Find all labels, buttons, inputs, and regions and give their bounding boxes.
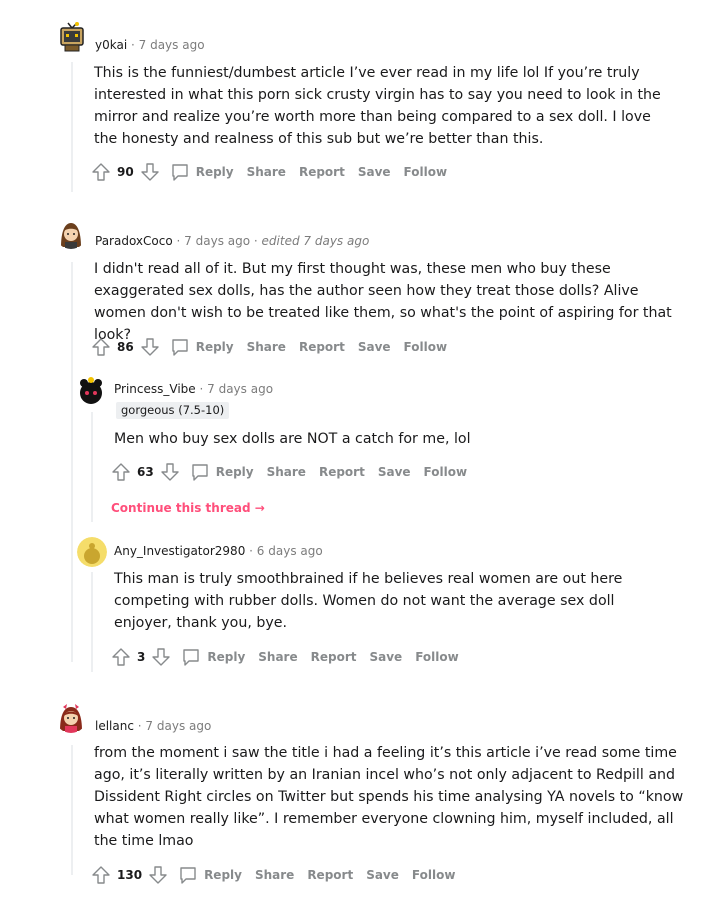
reply-label: Reply <box>207 650 246 664</box>
upvote-icon[interactable] <box>91 162 111 182</box>
comment-bubble-icon <box>172 164 188 181</box>
avatar[interactable] <box>56 22 88 54</box>
follow-button[interactable]: Follow <box>404 340 448 354</box>
upvote-icon[interactable] <box>91 337 111 357</box>
thread-line[interactable] <box>91 572 93 672</box>
vote-score: 130 <box>117 868 143 882</box>
edited-label: edited 7 days ago <box>261 234 370 248</box>
thread-line[interactable] <box>71 62 73 192</box>
report-button[interactable]: Report <box>311 650 357 664</box>
username[interactable]: y0kai <box>95 38 127 52</box>
save-button[interactable]: Save <box>358 165 391 179</box>
comment-body: This is the funniest/dumbest article I’v… <box>94 65 661 147</box>
reply-button[interactable]: Reply <box>178 865 242 885</box>
share-button[interactable]: Share <box>255 868 294 882</box>
comment-bubble-icon <box>172 339 188 356</box>
share-button[interactable]: Share <box>267 465 306 479</box>
comment-actions: 86 Reply Share Report Save Follow <box>91 335 460 359</box>
comment-meta: Princess_Vibe · 7 days ago <box>114 381 273 397</box>
comment-actions: 130 Reply Share Report Save Follow <box>91 863 468 887</box>
reply-button[interactable]: Reply <box>181 647 245 667</box>
downvote-icon[interactable] <box>160 462 180 482</box>
separator-dot: · <box>131 38 139 52</box>
downvote-icon[interactable] <box>140 337 160 357</box>
report-button[interactable]: Report <box>299 165 345 179</box>
separator-dot: · <box>199 382 208 396</box>
thread-line[interactable] <box>71 262 73 662</box>
comment-body: Men who buy sex dolls are NOT a catch fo… <box>114 431 471 447</box>
follow-button[interactable]: Follow <box>404 165 448 179</box>
upvote-icon[interactable] <box>91 865 111 885</box>
username[interactable]: lellanc <box>95 719 134 733</box>
timestamp[interactable]: 7 days ago <box>184 234 250 248</box>
save-button[interactable]: Save <box>366 868 399 882</box>
follow-button[interactable]: Follow <box>424 465 468 479</box>
follow-button[interactable]: Follow <box>415 650 459 664</box>
comment-body: from the moment i saw the title i had a … <box>94 745 684 849</box>
separator-dot: · <box>249 544 257 558</box>
save-button[interactable]: Save <box>378 465 411 479</box>
comment-actions: 90 Reply Share Report Save Follow <box>91 160 460 184</box>
reply-label: Reply <box>215 465 254 479</box>
reply-label: Reply <box>204 868 242 882</box>
thread-line[interactable] <box>71 745 73 875</box>
timestamp[interactable]: 7 days ago <box>145 719 211 733</box>
timestamp[interactable]: 7 days ago <box>207 382 273 396</box>
report-button[interactable]: Report <box>299 340 345 354</box>
reply-label: Reply <box>195 165 234 179</box>
comment-meta: y0kai · 7 days ago <box>95 37 205 53</box>
downvote-icon[interactable] <box>140 162 160 182</box>
downvote-icon[interactable] <box>148 865 168 885</box>
username[interactable]: Princess_Vibe <box>114 382 196 396</box>
comment-meta: Any_Investigator2980 · 6 days ago <box>114 543 323 559</box>
comment-meta: ParadoxCoco · 7 days ago · edited 7 days… <box>95 233 369 249</box>
continue-thread-link[interactable]: Continue this thread → <box>111 501 265 515</box>
comment-actions: 63 Reply Share Report Save Follow <box>111 460 480 484</box>
report-button[interactable]: Report <box>319 465 365 479</box>
reply-label: Reply <box>195 340 234 354</box>
comment-bubble-icon <box>192 464 208 481</box>
comment-body: This man is truly smoothbrained if he be… <box>114 571 623 631</box>
comment-actions: 3 Reply Share Report Save Follow <box>111 645 472 669</box>
share-button[interactable]: Share <box>258 650 297 664</box>
avatar[interactable] <box>55 701 87 733</box>
upvote-icon[interactable] <box>111 462 131 482</box>
reply-button[interactable]: Reply <box>190 462 254 482</box>
timestamp[interactable]: 7 days ago <box>139 38 205 52</box>
comment-bubble-icon <box>180 867 196 884</box>
avatar[interactable] <box>77 537 107 567</box>
avatar[interactable] <box>55 217 87 249</box>
separator-dot: · <box>253 234 262 248</box>
vote-score: 3 <box>137 650 146 664</box>
save-button[interactable]: Save <box>369 650 402 664</box>
upvote-icon[interactable] <box>111 647 131 667</box>
share-button[interactable]: Share <box>247 340 286 354</box>
avatar[interactable] <box>75 375 107 407</box>
vote-score: 90 <box>117 165 134 179</box>
thread-line[interactable] <box>91 412 93 522</box>
report-button[interactable]: Report <box>307 868 353 882</box>
vote-score: 86 <box>117 340 134 354</box>
user-flair: gorgeous (7.5-10) <box>116 402 230 419</box>
vote-score: 63 <box>137 465 154 479</box>
comment-body: I didn't read all of it. But my first th… <box>94 261 672 343</box>
share-button[interactable]: Share <box>247 165 286 179</box>
comment-bubble-icon <box>183 649 200 666</box>
follow-button[interactable]: Follow <box>412 868 456 882</box>
username[interactable]: ParadoxCoco <box>95 234 173 248</box>
downvote-icon[interactable] <box>151 647 171 667</box>
reply-button[interactable]: Reply <box>170 162 234 182</box>
timestamp[interactable]: 6 days ago <box>257 544 323 558</box>
save-button[interactable]: Save <box>358 340 391 354</box>
comment-meta: lellanc · 7 days ago <box>95 718 211 734</box>
username[interactable]: Any_Investigator2980 <box>114 544 245 558</box>
reply-button[interactable]: Reply <box>170 337 234 357</box>
